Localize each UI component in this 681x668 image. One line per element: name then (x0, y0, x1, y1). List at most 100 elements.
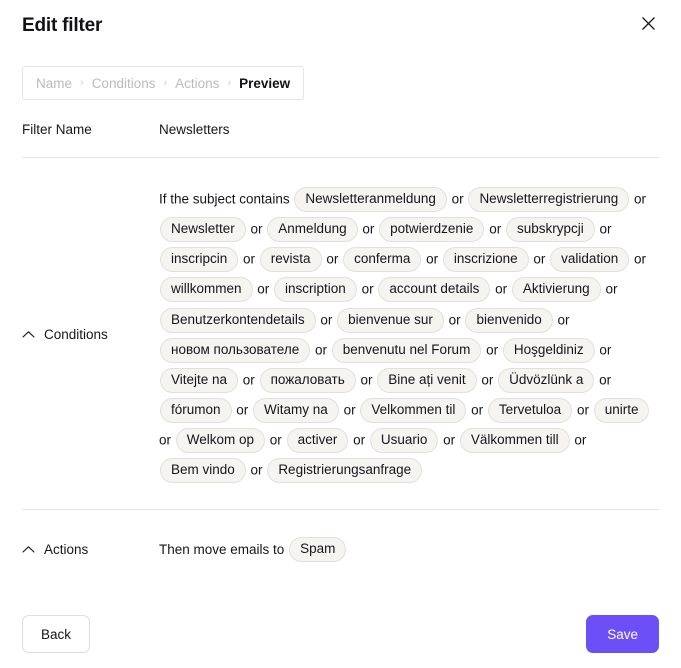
conjunction-or: or (339, 402, 360, 418)
condition-tag[interactable]: Witamy na (253, 397, 339, 423)
conjunction-or: or (239, 252, 259, 268)
condition-tag[interactable]: Anmeldung (267, 217, 358, 243)
conditions-value: If the subject contains Newsletteranmeld… (159, 184, 659, 485)
condition-tag[interactable]: account details (378, 277, 491, 303)
condition-tag[interactable]: Bem vindo (160, 458, 246, 484)
condition-tag[interactable]: benvenutu nel Forum (331, 337, 482, 363)
conjunction-or: or (630, 191, 647, 207)
close-button[interactable] (635, 10, 661, 36)
breadcrumb-step-actions[interactable]: Actions (175, 76, 219, 91)
conjunction-or: or (159, 432, 175, 448)
condition-tag[interactable]: Bine ați venit (377, 367, 477, 393)
conjunction-or: or (570, 432, 587, 448)
condition-tag[interactable]: Registrierungsanfrage (267, 458, 423, 484)
conjunction-or: or (239, 372, 259, 388)
condition-tag[interactable]: Spam (289, 537, 347, 563)
actions-lead-text: Then move emails to (159, 542, 285, 558)
condition-tag[interactable]: inscripcin (160, 247, 239, 273)
conjunction-or: or (439, 432, 459, 448)
conjunction-or: or (266, 432, 286, 448)
conjunction-or: or (573, 402, 593, 418)
chevron-up-icon[interactable] (22, 328, 35, 341)
breadcrumb-step-name[interactable]: Name (36, 76, 72, 91)
conjunction-or: or (246, 463, 267, 478)
condition-tag[interactable]: пожаловать (259, 367, 356, 393)
condition-tag[interactable]: revista (259, 247, 322, 273)
conjunction-or: or (491, 282, 511, 298)
conjunction-or: or (322, 252, 343, 268)
condition-tag[interactable]: Newsletteranmeldung (294, 186, 447, 212)
condition-tag[interactable]: validation (550, 247, 630, 273)
condition-tag[interactable]: Tervetuloa (487, 397, 573, 423)
page-title: Edit filter (22, 15, 103, 36)
conjunction-or: or (482, 342, 502, 358)
conjunction-or: or (444, 312, 465, 328)
conjunction-or: or (356, 372, 377, 388)
condition-tag[interactable]: Üdvözlünk a (498, 367, 595, 393)
conjunction-or: or (467, 402, 487, 418)
conjunction-or: or (447, 191, 468, 207)
condition-tag[interactable]: Velkommen til (360, 397, 467, 423)
filter-name-value: Newsletters (159, 122, 230, 137)
condition-tag[interactable]: unirte (593, 397, 650, 423)
conjunction-or: or (595, 342, 612, 358)
condition-tag[interactable]: bienvenido (465, 307, 553, 333)
actions-tag-list: Spam (288, 537, 347, 563)
conjunction-or: or (601, 282, 618, 298)
conditions-label-group: Conditions (22, 327, 159, 342)
condition-tag[interactable]: новом пользователе (160, 337, 311, 363)
breadcrumb-step-conditions[interactable]: Conditions (92, 76, 156, 91)
condition-tag[interactable]: Välkommen till (459, 428, 570, 454)
edit-filter-dialog: Edit filter Name › Conditions › Actions … (0, 0, 681, 668)
actions-label-group: Actions (22, 542, 159, 557)
breadcrumb-step-preview[interactable]: Preview (239, 76, 290, 91)
breadcrumb: Name › Conditions › Actions › Preview (22, 66, 305, 100)
chevron-right-icon: › (80, 76, 84, 89)
conjunction-or: or (485, 221, 505, 237)
back-button[interactable]: Back (22, 615, 91, 653)
conjunction-or: or (253, 282, 274, 298)
conjunction-or: or (316, 312, 337, 328)
conjunction-or: or (595, 221, 612, 237)
condition-tag[interactable]: Newsletter (160, 217, 246, 243)
breadcrumb-wrapper: Name › Conditions › Actions › Preview (0, 46, 681, 100)
chevron-right-icon: › (227, 76, 232, 89)
condition-tag[interactable]: activer (286, 428, 349, 454)
save-button[interactable]: Save (586, 615, 659, 653)
condition-tag[interactable]: Aktivierung (511, 277, 601, 303)
condition-tag[interactable]: inscrizione (442, 247, 529, 273)
close-icon (641, 16, 656, 31)
condition-tag[interactable]: conferma (343, 247, 422, 273)
conjunction-or: or (529, 252, 550, 268)
condition-tag[interactable]: Benutzerkontendetails (160, 307, 316, 333)
condition-tag[interactable]: Newsletterregistrierung (468, 186, 630, 212)
conjunction-or: or (246, 221, 267, 237)
filter-name-row: Filter Name Newsletters (22, 100, 659, 157)
condition-tag[interactable]: fórumon (160, 397, 232, 423)
condition-tag[interactable]: Usuario (369, 428, 439, 454)
condition-tag[interactable]: subskrypcji (505, 217, 595, 243)
dialog-footer: Back Save (0, 600, 681, 668)
chevron-up-icon[interactable] (22, 543, 35, 556)
filter-name-label: Filter Name (22, 122, 92, 137)
condition-tag[interactable]: bienvenue sur (337, 307, 444, 333)
conditions-row: Conditions If the subject contains Newsl… (22, 158, 659, 509)
condition-tag[interactable]: potwierdzenie (379, 217, 485, 243)
condition-tag[interactable]: Hoşgeldiniz (502, 337, 595, 363)
condition-tag[interactable]: Welkom op (175, 428, 266, 454)
conjunction-or: or (630, 252, 646, 268)
conditions-lead-text: If the subject contains (159, 191, 290, 207)
condition-tag[interactable]: Vitejte na (160, 367, 239, 393)
dialog-content: Filter Name Newsletters Conditions If th… (0, 100, 681, 586)
conjunction-or: or (232, 402, 253, 418)
dialog-header: Edit filter (0, 0, 681, 46)
conjunction-or: or (357, 282, 378, 298)
condition-tag[interactable]: inscription (274, 277, 357, 303)
actions-value: Then move emails to Spam (159, 534, 659, 564)
chevron-right-icon: › (163, 76, 168, 89)
actions-label: Actions (44, 541, 89, 557)
conjunction-or: or (477, 372, 498, 388)
conjunction-or: or (422, 252, 442, 268)
condition-tag[interactable]: willkommen (160, 277, 253, 303)
conjunction-or: or (349, 432, 369, 448)
